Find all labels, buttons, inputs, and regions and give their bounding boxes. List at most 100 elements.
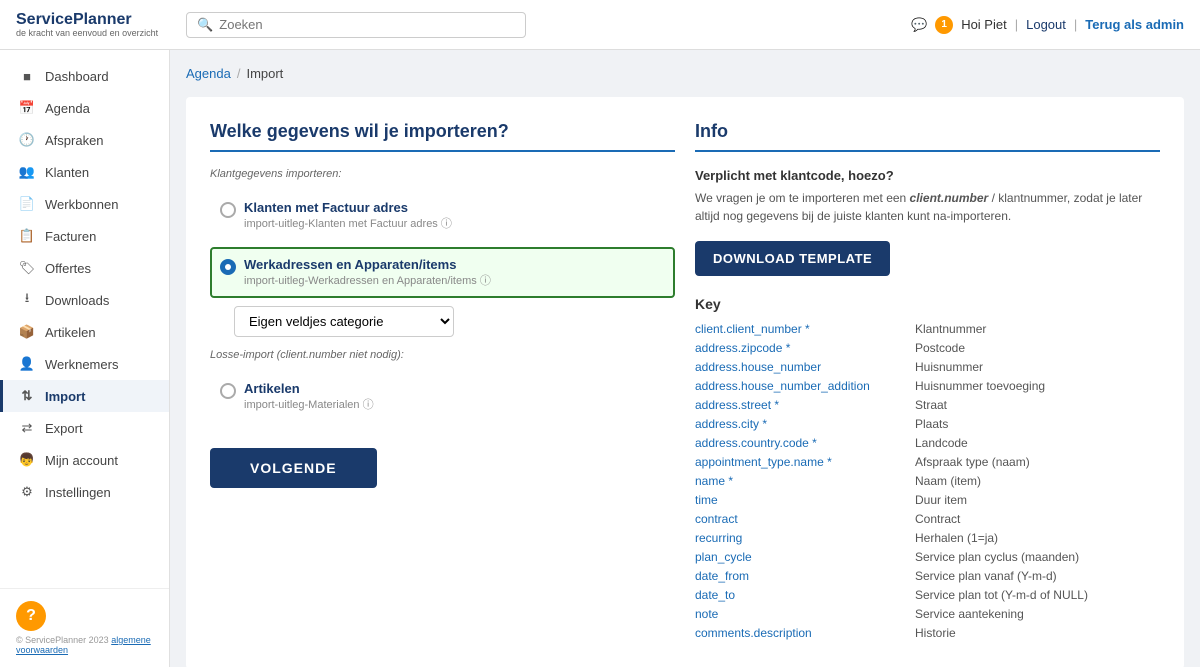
sidebar-item-afspraken[interactable]: 🕐 Afspraken [0,124,169,156]
info-icon-klanten[interactable]: ⓘ [441,218,452,230]
main-content: Agenda / Import Welke gegevens wil je im… [170,50,1200,667]
key-row: address.city *Plaats [695,417,1160,431]
grid-icon: ■ [19,68,35,84]
option-klanten-factuur-text: Klanten met Factuur adres import-uitleg-… [244,200,452,231]
sidebar-item-export[interactable]: ⇄ Export [0,412,169,444]
admin-link[interactable]: Terug als admin [1085,17,1184,32]
sidebar-item-offertes[interactable]: 🏷 Offertes [0,252,169,284]
verplicht-title: Verplicht met klantcode, hoezo? [695,168,1160,183]
key-row: date_fromService plan vanaf (Y-m-d) [695,569,1160,583]
right-panel: Info Verplicht met klantcode, hoezo? We … [695,121,1160,645]
sidebar-footer: ? © ServicePlanner 2023 algemene voorwaa… [0,588,169,667]
sidebar-item-werknemers[interactable]: 👤 Werknemers [0,348,169,380]
sidebar-label-offertes: Offertes [45,261,91,276]
option-werkadressen-sub: import-uitleg-Werkadressen en Apparaten/… [244,272,491,288]
download-template-button[interactable]: DOWNLOAD TEMPLATE [695,241,890,276]
category-dropdown[interactable]: Eigen veldjes categorie [234,306,454,337]
sidebar-item-instellingen[interactable]: ⚙ Instellingen [0,476,169,508]
key-field: address.house_number [695,360,915,374]
notification-badge[interactable]: 1 [935,16,953,34]
key-title: Key [695,296,1160,312]
sidebar-label-werkbonnen: Werkbonnen [45,197,118,212]
option-werkadressen-text: Werkadressen en Apparaten/items import-u… [244,257,491,288]
key-desc: Contract [915,512,960,526]
sidebar-item-agenda[interactable]: 📅 Agenda [0,92,169,124]
calendar-icon: 📅 [19,100,35,116]
breadcrumb: Agenda / Import [186,66,1184,81]
key-field: contract [695,512,915,526]
user-name: Hoi Piet [961,17,1007,32]
option-werkadressen[interactable]: Werkadressen en Apparaten/items import-u… [210,247,675,298]
sidebar-item-artikelen[interactable]: 📦 Artikelen [0,316,169,348]
key-desc: Klantnummer [915,322,986,336]
volgende-button[interactable]: VOLGENDE [210,448,377,488]
key-desc: Service plan tot (Y-m-d of NULL) [915,588,1088,602]
option-artikelen[interactable]: Artikelen import-uitleg-Materialen ⓘ [210,371,675,422]
help-button[interactable]: ? [16,601,46,631]
sidebar-item-klanten[interactable]: 👥 Klanten [0,156,169,188]
key-desc: Service plan cyclus (maanden) [915,550,1079,564]
key-field: comments.description [695,626,915,640]
sidebar-item-dashboard[interactable]: ■ Dashboard [0,60,169,92]
sidebar-item-werkbonnen[interactable]: 📄 Werkbonnen [0,188,169,220]
key-row: client.client_number *Klantnummer [695,322,1160,336]
key-field: plan_cycle [695,550,915,564]
key-table: client.client_number *Klantnummer address… [695,322,1160,640]
sep1: | [1015,17,1018,32]
key-row: appointment_type.name *Afspraak type (na… [695,455,1160,469]
key-row: timeDuur item [695,493,1160,507]
key-field: date_from [695,569,915,583]
export-icon: ⇄ [19,420,35,436]
sidebar-item-facturen[interactable]: 📋 Facturen [0,220,169,252]
key-desc: Huisnummer toevoeging [915,379,1045,393]
key-field: address.city * [695,417,915,431]
dropdown-row: Eigen veldjes categorie [234,306,675,337]
key-desc: Duur item [915,493,967,507]
key-desc: Service plan vanaf (Y-m-d) [915,569,1057,583]
header-right: 💬 1 Hoi Piet | Logout | Terug als admin [911,16,1184,34]
sidebar-item-mijn-account[interactable]: 👦 Mijn account [0,444,169,476]
box-icon: 📦 [19,324,35,340]
search-input[interactable] [219,17,515,32]
settings-icon: ⚙ [19,484,35,500]
search-bar[interactable]: 🔍 [186,12,526,38]
key-field: address.house_number_addition [695,379,915,393]
panel-divider [210,150,675,152]
chat-icon: 💬 [911,17,927,33]
verplicht-bold: client.number [910,191,989,205]
verplicht-text: We vragen je om te importeren met een cl… [695,189,1160,225]
key-field: name * [695,474,915,488]
logout-link[interactable]: Logout [1026,17,1066,32]
sidebar-item-downloads[interactable]: ⭳ Downloads [0,284,169,316]
breadcrumb-parent[interactable]: Agenda [186,66,231,81]
key-field: recurring [695,531,915,545]
key-desc: Herhalen (1=ja) [915,531,998,545]
key-row: noteService aantekening [695,607,1160,621]
sidebar-label-export: Export [45,421,83,436]
info-icon-artikelen[interactable]: ⓘ [363,399,374,411]
radio-werkadressen[interactable] [220,259,236,275]
key-desc: Historie [915,626,956,640]
key-desc: Afspraak type (naam) [915,455,1030,469]
option-klanten-factuur[interactable]: Klanten met Factuur adres import-uitleg-… [210,190,675,241]
sidebar-item-import[interactable]: ⇅ Import [0,380,169,412]
key-row: recurringHerhalen (1=ja) [695,531,1160,545]
sidebar-label-instellingen: Instellingen [45,485,111,500]
receipt-icon: 📋 [19,228,35,244]
sidebar: ■ Dashboard 📅 Agenda 🕐 Afspraken 👥 Klant… [0,50,170,667]
radio-artikelen[interactable] [220,383,236,399]
key-field: address.country.code * [695,436,915,450]
key-desc: Huisnummer [915,360,983,374]
key-desc: Straat [915,398,947,412]
key-field: note [695,607,915,621]
header-left: ServicePlanner de kracht van eenvoud en … [16,12,526,38]
panel-title: Welke gegevens wil je importeren? [210,121,675,142]
key-row: comments.descriptionHistorie [695,626,1160,640]
sidebar-nav: ■ Dashboard 📅 Agenda 🕐 Afspraken 👥 Klant… [0,50,169,518]
info-icon-werkadressen[interactable]: ⓘ [480,275,491,287]
breadcrumb-sep: / [237,66,241,81]
radio-klanten-factuur[interactable] [220,202,236,218]
sidebar-label-agenda: Agenda [45,101,90,116]
key-row: address.house_number_additionHuisnummer … [695,379,1160,393]
key-field: time [695,493,915,507]
